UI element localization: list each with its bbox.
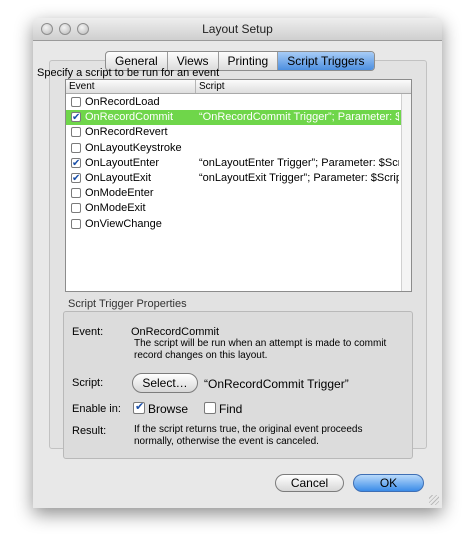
resize-grip[interactable] (429, 495, 439, 505)
browse-label: Browse (148, 402, 189, 416)
trigger-checkbox[interactable] (71, 110, 81, 125)
trigger-event-name: OnLayoutEnter (85, 156, 159, 169)
trigger-row[interactable]: OnViewChange (66, 217, 401, 232)
column-header-event[interactable]: Event (69, 80, 95, 93)
trigger-row[interactable]: OnLayoutExit “onLayoutExit Trigger”; Para… (66, 171, 401, 186)
column-header-script[interactable]: Script (199, 80, 225, 93)
trigger-event-name: OnModeEnter (85, 187, 154, 200)
trigger-row[interactable]: OnModeEnter (66, 186, 401, 201)
trigger-checkbox[interactable] (71, 203, 81, 214)
result-label: Result: (72, 425, 107, 437)
select-script-button[interactable]: Select… (132, 373, 198, 393)
trigger-table: Event Script OnRecordLoad OnRecordCommit “… (65, 79, 412, 292)
trigger-event-name: OnViewChange (85, 217, 162, 230)
trigger-checkbox[interactable] (71, 171, 81, 186)
trigger-event-name: OnLayoutExit (85, 172, 152, 184)
trigger-checkbox[interactable] (71, 142, 81, 153)
trigger-script-name: “onLayoutExit Trigger”; Parameter: $Scri… (199, 172, 399, 184)
ok-button[interactable]: OK (353, 474, 424, 492)
script-value: “OnRecordCommit Trigger” (204, 377, 349, 391)
trigger-row[interactable]: OnModeExit (66, 201, 401, 216)
trigger-row[interactable]: OnLayoutEnter “onLayoutEnter Trigger”; Pa… (66, 156, 401, 171)
tab-printing[interactable]: Printing (219, 52, 279, 70)
trigger-script-name: “OnRecordCommit Trigger”; Parameter: $Sc… (199, 111, 399, 124)
event-value: OnRecordCommit (131, 326, 220, 338)
trigger-event-name: OnLayoutKeystroke (85, 141, 182, 154)
window-title: Layout Setup (202, 22, 273, 36)
trigger-instruction: Specify a script to be run for an event (37, 67, 220, 79)
find-label: Find (219, 402, 243, 416)
script-label: Script: (72, 377, 104, 389)
table-header: Event Script (66, 80, 411, 94)
column-divider (195, 80, 196, 93)
properties-section-label: Script Trigger Properties (68, 298, 187, 310)
trigger-checkbox[interactable] (71, 97, 81, 107)
trigger-event-name: OnRecordLoad (85, 96, 160, 108)
trigger-checkbox[interactable] (71, 188, 81, 199)
cancel-button[interactable]: Cancel (275, 474, 344, 492)
trigger-checkbox[interactable] (71, 156, 81, 171)
table-scrollbar[interactable] (401, 94, 411, 291)
trigger-row[interactable]: OnRecordRevert (66, 125, 401, 140)
enable-in-label: Enable in: (72, 403, 121, 415)
trigger-script-name: “onLayoutEnter Trigger”; Parameter: $Scr… (199, 156, 399, 169)
result-description: If the script returns true, the original… (134, 424, 363, 447)
trigger-event-name: OnRecordRevert (85, 126, 168, 139)
trigger-row[interactable]: OnLayoutKeystroke (66, 141, 401, 156)
trigger-checkbox[interactable] (71, 218, 81, 229)
find-checkbox[interactable] (204, 402, 216, 414)
event-label: Event: (72, 326, 104, 338)
trigger-event-name: OnRecordCommit (85, 111, 174, 124)
event-description: The script will be run when an attempt i… (134, 338, 387, 361)
tab-script-triggers[interactable]: Script Triggers (278, 52, 374, 70)
browse-checkbox[interactable] (133, 400, 145, 414)
trigger-checkbox[interactable] (71, 127, 81, 138)
trigger-row[interactable]: OnRecordLoad (66, 95, 401, 110)
title-bar: Layout Setup (33, 18, 442, 41)
trigger-row[interactable]: OnRecordCommit “OnRecordCommit Trigger”; … (66, 110, 401, 126)
trigger-event-name: OnModeExit (85, 202, 146, 215)
